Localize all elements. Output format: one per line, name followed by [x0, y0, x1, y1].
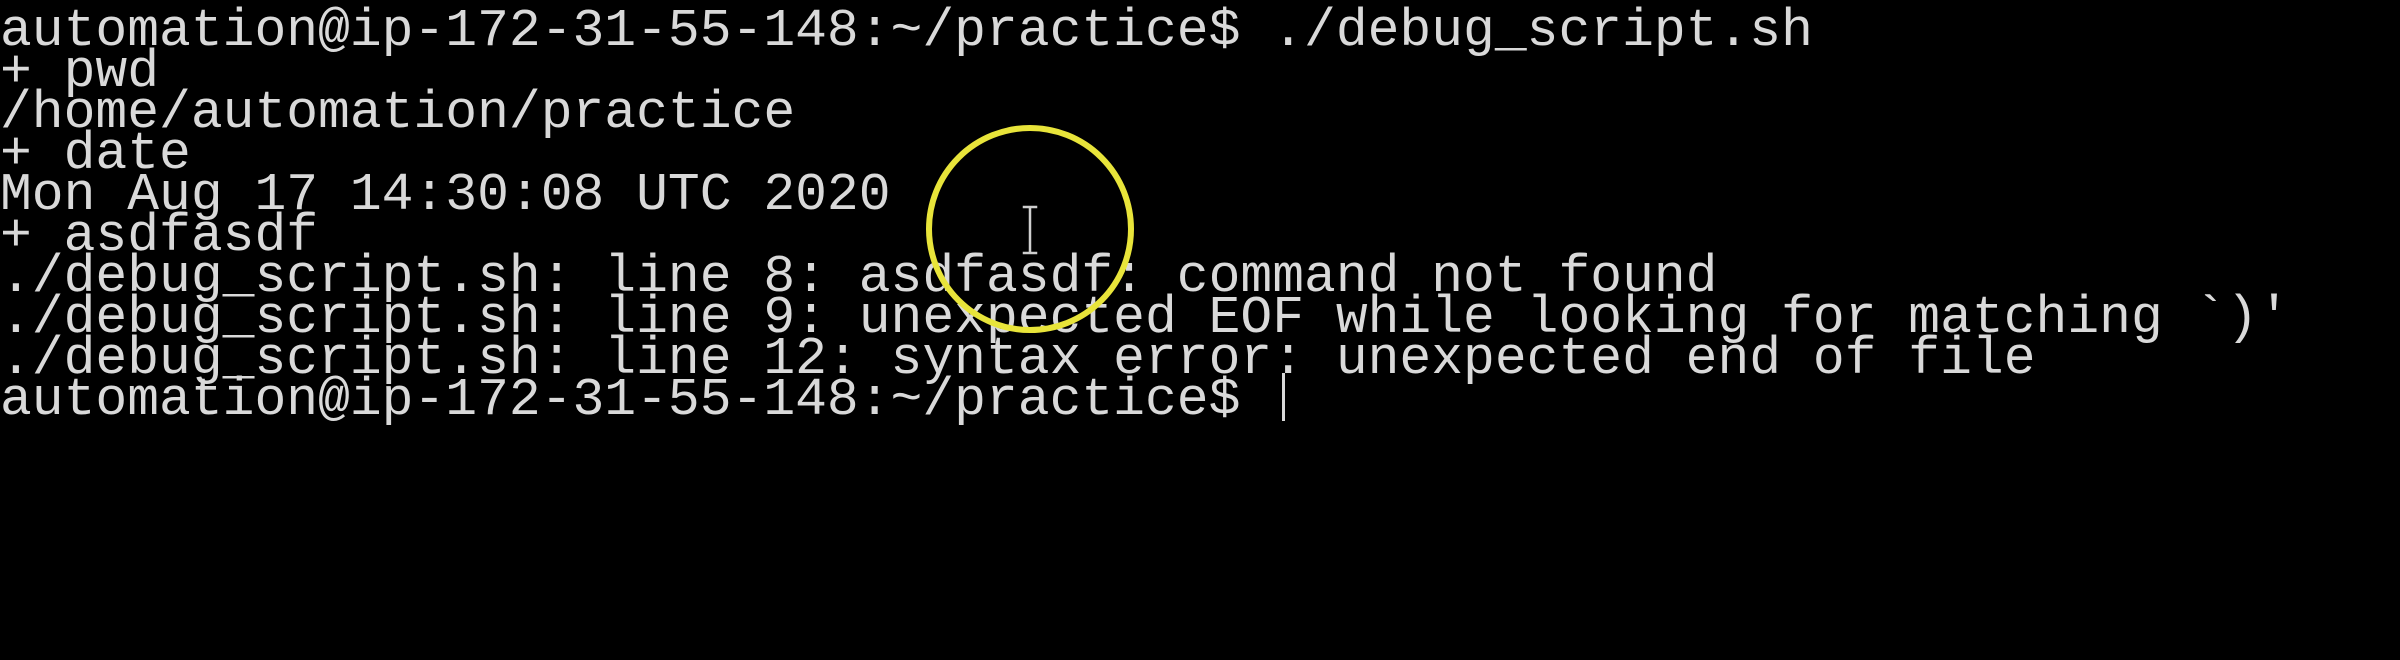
- terminal-window[interactable]: automation@ip-172-31-55-148:~/practice$ …: [0, 0, 2400, 660]
- prompt-line[interactable]: automation@ip-172-31-55-148:~/practice$: [0, 369, 1286, 431]
- shell-prompt: automation@ip-172-31-55-148:~/practice$: [0, 370, 1273, 430]
- text-caret: [1282, 373, 1286, 421]
- i-beam-cursor-icon: [1022, 205, 1038, 255]
- terminal-line: automation@ip-172-31-55-148:~/practice$ …: [0, 1, 1813, 61]
